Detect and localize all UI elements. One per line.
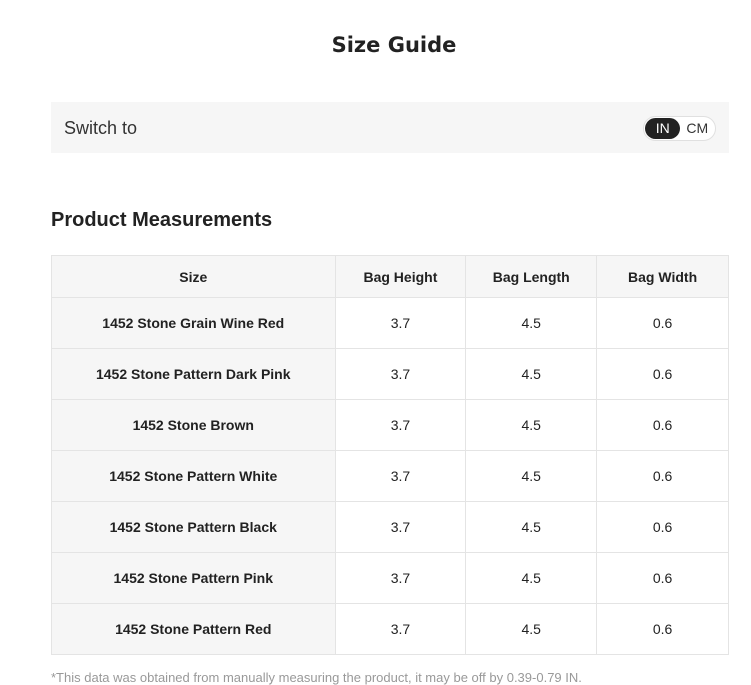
bag-height-cell: 3.7 [334,399,467,451]
bag-height-cell: 3.7 [334,552,467,604]
bag-width-cell: 0.6 [596,348,729,400]
bag-height-cell: 3.7 [334,501,467,553]
bag-height-cell: 3.7 [334,348,467,400]
bag-height-cell: 3.7 [334,603,467,655]
table-row: 1452 Stone Pattern White 3.7 4.5 0.6 [51,450,729,502]
bag-length-cell: 4.5 [465,399,598,451]
table-row: 1452 Stone Pattern Dark Pink 3.7 4.5 0.6 [51,348,729,400]
unit-switch-label: Switch to [64,118,138,138]
bag-width-cell: 0.6 [596,297,729,349]
unit-option-cm[interactable]: CM [680,118,714,139]
table-row: 1452 Stone Brown 3.7 4.5 0.6 [51,399,729,451]
table-header-row: Size Bag Height Bag Length Bag Width [51,255,729,298]
bag-length-cell: 4.5 [465,348,598,400]
header-bag-width: Bag Width [596,255,729,298]
bag-length-cell: 4.5 [465,297,598,349]
bag-width-cell: 0.6 [596,501,729,553]
size-cell: 1452 Stone Pattern Red [51,603,336,655]
bag-length-cell: 4.5 [465,450,598,502]
table-row: 1452 Stone Pattern Pink 3.7 4.5 0.6 [51,552,729,604]
unit-option-in[interactable]: IN [645,118,681,139]
bag-length-cell: 4.5 [465,603,598,655]
unit-toggle[interactable]: IN CM [643,116,716,141]
bag-width-cell: 0.6 [596,450,729,502]
section-title: Product Measurements [51,209,273,231]
bag-length-cell: 4.5 [465,501,598,553]
bag-width-cell: 0.6 [596,399,729,451]
size-cell: 1452 Stone Pattern Black [51,501,336,553]
bag-height-cell: 3.7 [334,297,467,349]
table-row: 1452 Stone Grain Wine Red 3.7 4.5 0.6 [51,297,729,349]
size-cell: 1452 Stone Grain Wine Red [51,297,336,349]
page-title: Size Guide [331,33,457,57]
measurements-table: Size Bag Height Bag Length Bag Width 145… [51,255,729,655]
size-cell: 1452 Stone Pattern Dark Pink [51,348,336,400]
size-cell: 1452 Stone Pattern White [51,450,336,502]
header-bag-length: Bag Length [465,255,598,298]
bag-length-cell: 4.5 [465,552,598,604]
size-cell: 1452 Stone Brown [51,399,336,451]
table-row: 1452 Stone Pattern Black 3.7 4.5 0.6 [51,501,729,553]
bag-height-cell: 3.7 [334,450,467,502]
header-bag-height: Bag Height [334,255,467,298]
size-cell: 1452 Stone Pattern Pink [51,552,336,604]
table-row: 1452 Stone Pattern Red 3.7 4.5 0.6 [51,603,729,655]
bag-width-cell: 0.6 [596,552,729,604]
bag-width-cell: 0.6 [596,603,729,655]
unit-switch-bar: Switch to IN CM [51,102,729,153]
header-size: Size [51,255,336,298]
